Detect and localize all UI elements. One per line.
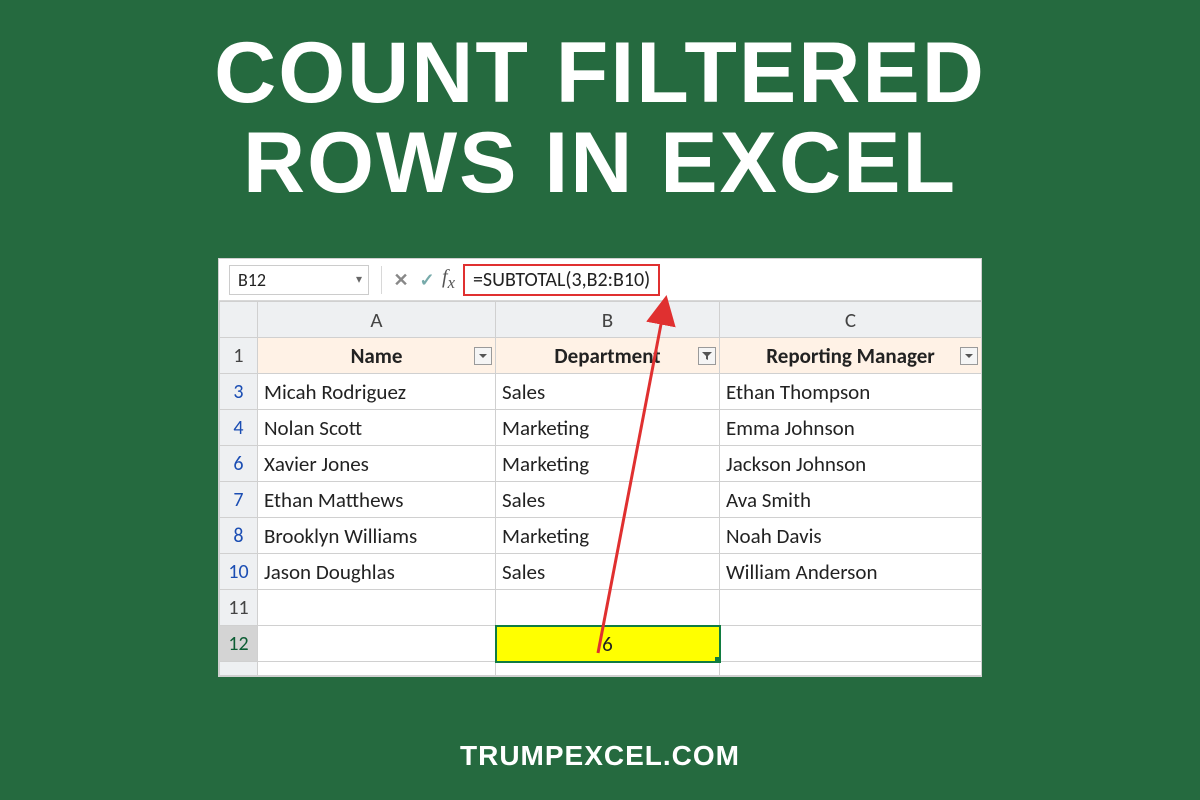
cell[interactable]	[258, 626, 496, 662]
row-header[interactable]: 10	[220, 554, 258, 590]
row-header[interactable]: 6	[220, 446, 258, 482]
cell[interactable]: Jackson Johnson	[720, 446, 982, 482]
cell[interactable]: Marketing	[496, 446, 720, 482]
header-name-label: Name	[351, 343, 403, 369]
selected-cell[interactable]: 6	[496, 626, 720, 662]
chevron-down-icon: ▾	[356, 272, 362, 287]
name-box-value: B12	[238, 269, 266, 291]
cell[interactable]	[720, 626, 982, 662]
cell[interactable]	[720, 662, 982, 676]
header-manager-label: Reporting Manager	[766, 343, 935, 369]
enter-check-icon[interactable]: ✓	[414, 266, 440, 294]
cell[interactable]: Jason Doughlas	[258, 554, 496, 590]
col-header-c[interactable]: C	[720, 302, 982, 338]
cell[interactable]: Emma Johnson	[720, 410, 982, 446]
cell[interactable]: Ava Smith	[720, 482, 982, 518]
header-department-label: Department	[554, 343, 660, 369]
formula-bar: B12 ▾ ✕ ✓ fx =SUBTOTAL(3,B2:B10)	[219, 259, 981, 301]
row-header[interactable]: 12	[220, 626, 258, 662]
spreadsheet-grid: A B C 1 Name Department Reporting Manage…	[219, 301, 982, 676]
filter-dropdown-icon[interactable]	[474, 347, 492, 365]
cell[interactable]: Sales	[496, 482, 720, 518]
row-header[interactable]: 3	[220, 374, 258, 410]
table-row: 8 Brooklyn Williams Marketing Noah Davis	[220, 518, 982, 554]
table-row: 6 Xavier Jones Marketing Jackson Johnson	[220, 446, 982, 482]
cell[interactable]: Micah Rodriguez	[258, 374, 496, 410]
row-header[interactable]: 11	[220, 590, 258, 626]
title-line-1: COUNT FILTERED	[214, 25, 986, 121]
cell[interactable]	[258, 590, 496, 626]
cell[interactable]	[496, 590, 720, 626]
header-manager[interactable]: Reporting Manager	[720, 338, 982, 374]
row-header[interactable]	[220, 662, 258, 676]
table-header-row: 1 Name Department Reporting Manager	[220, 338, 982, 374]
header-department[interactable]: Department	[496, 338, 720, 374]
result-row: 12 6	[220, 626, 982, 662]
fill-handle[interactable]	[715, 657, 720, 662]
excel-screenshot: B12 ▾ ✕ ✓ fx =SUBTOTAL(3,B2:B10) A B C 1…	[218, 258, 982, 677]
table-row: 4 Nolan Scott Marketing Emma Johnson	[220, 410, 982, 446]
table-row: 3 Micah Rodriguez Sales Ethan Thompson	[220, 374, 982, 410]
row-header[interactable]: 8	[220, 518, 258, 554]
col-header-a[interactable]: A	[258, 302, 496, 338]
cell[interactable]	[496, 662, 720, 676]
table-row: 10 Jason Doughlas Sales William Anderson	[220, 554, 982, 590]
cell[interactable]: Ethan Thompson	[720, 374, 982, 410]
cell[interactable]: Noah Davis	[720, 518, 982, 554]
cell[interactable]: Ethan Matthews	[258, 482, 496, 518]
header-name[interactable]: Name	[258, 338, 496, 374]
partial-row	[220, 662, 982, 676]
blank-row: 11	[220, 590, 982, 626]
column-header-row: A B C	[220, 302, 982, 338]
cell[interactable]: William Anderson	[720, 554, 982, 590]
col-header-b[interactable]: B	[496, 302, 720, 338]
row-header[interactable]: 4	[220, 410, 258, 446]
row-header[interactable]: 1	[220, 338, 258, 374]
title-line-2: ROWS IN EXCEL	[243, 115, 957, 211]
result-value: 6	[602, 631, 613, 657]
cell[interactable]: Nolan Scott	[258, 410, 496, 446]
cell[interactable]	[258, 662, 496, 676]
cell[interactable]: Sales	[496, 554, 720, 590]
cell[interactable]: Marketing	[496, 518, 720, 554]
table-row: 7 Ethan Matthews Sales Ava Smith	[220, 482, 982, 518]
cell[interactable]: Xavier Jones	[258, 446, 496, 482]
cell[interactable]	[720, 590, 982, 626]
formula-input[interactable]: =SUBTOTAL(3,B2:B10)	[463, 264, 660, 296]
page-title: COUNT FILTERED ROWS IN EXCEL	[0, 0, 1200, 209]
footer-credit: TRUMPEXCEL.COM	[0, 740, 1200, 772]
cancel-x-icon[interactable]: ✕	[388, 266, 414, 294]
cell[interactable]: Marketing	[496, 410, 720, 446]
cell[interactable]: Sales	[496, 374, 720, 410]
filter-active-icon[interactable]	[698, 347, 716, 365]
divider	[381, 266, 382, 294]
filter-dropdown-icon[interactable]	[960, 347, 978, 365]
fx-icon[interactable]: fx	[442, 266, 455, 293]
row-header[interactable]: 7	[220, 482, 258, 518]
select-all-corner[interactable]	[220, 302, 258, 338]
cell[interactable]: Brooklyn Williams	[258, 518, 496, 554]
name-box[interactable]: B12 ▾	[229, 265, 369, 295]
